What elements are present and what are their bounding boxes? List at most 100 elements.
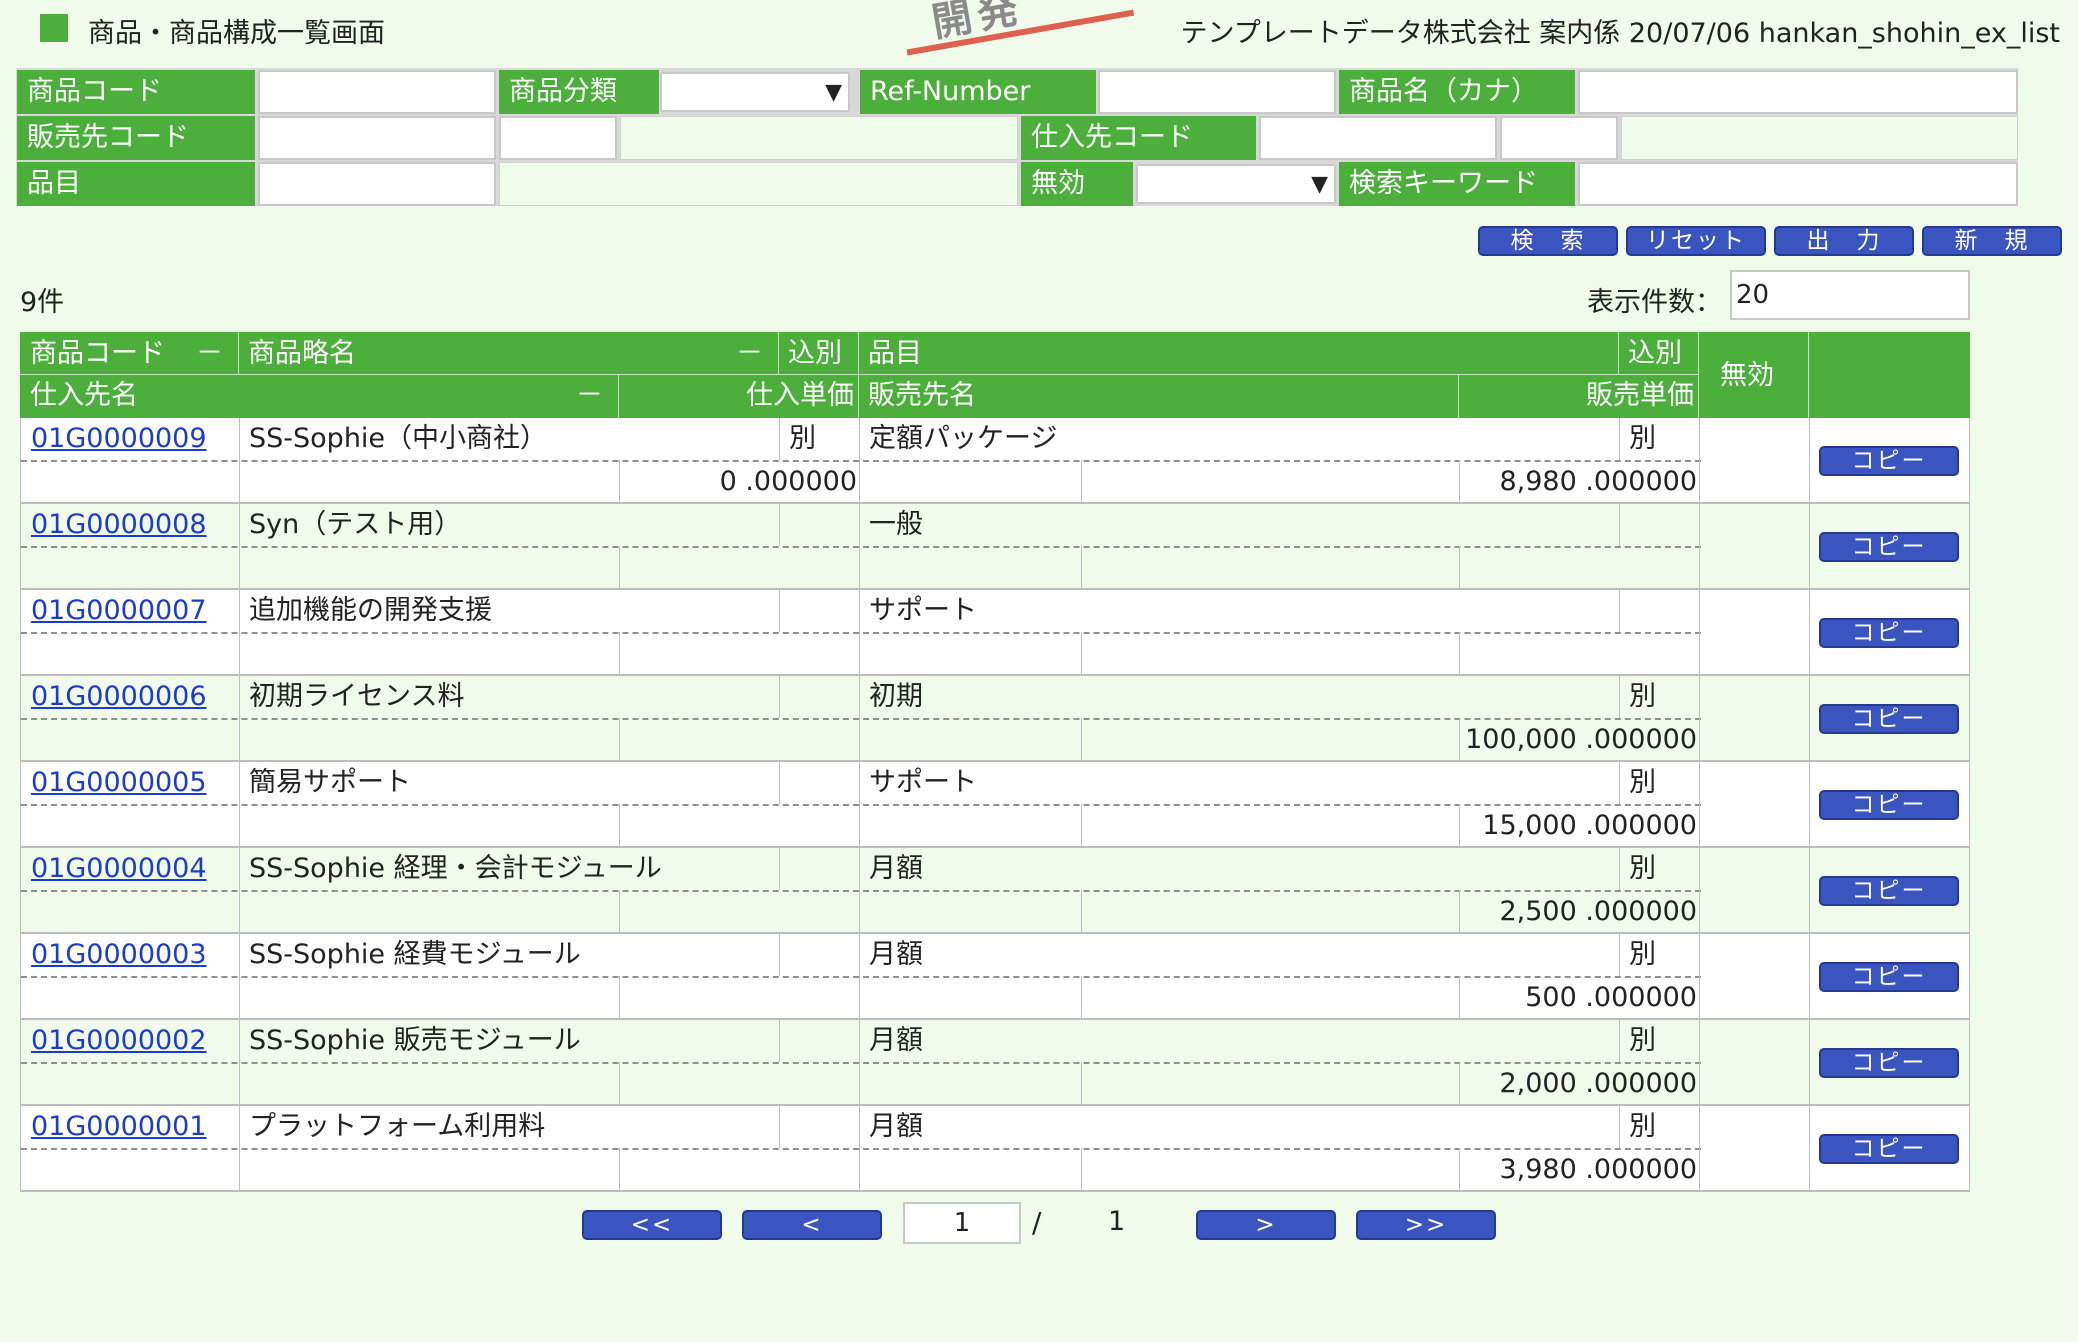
copy-button[interactable]: コピー <box>1819 1048 1959 1078</box>
search-button[interactable]: 検 索 <box>1478 226 1618 256</box>
header-sale-price: 販売単価 <box>1586 380 1694 411</box>
header-customer: 販売先名 <box>868 380 976 411</box>
invalid-select[interactable]: ▼ <box>1136 164 1336 204</box>
tax-type-1: 別 <box>789 423 816 454</box>
pager-prev-button[interactable]: < <box>742 1210 882 1240</box>
item-name: サポート <box>869 767 977 798</box>
header-code[interactable]: 商品コード <box>30 334 165 374</box>
customer-code-sub-input[interactable] <box>499 116 617 160</box>
invalid-label: 無効 <box>1021 162 1133 206</box>
search-form: 商品コード 商品分類 ▼ Ref-Number 商品名（カナ） 販売先コード 仕… <box>16 68 2018 206</box>
header-code-sort[interactable]: － <box>196 334 223 374</box>
supplier-name-display <box>1621 116 2018 160</box>
copy-button[interactable]: コピー <box>1819 1134 1959 1164</box>
ref-number-input[interactable] <box>1098 70 1336 114</box>
copy-button[interactable]: コピー <box>1819 962 1959 992</box>
item-name: 月額 <box>869 1025 923 1056</box>
header-invalid: 無効 <box>1720 360 1774 391</box>
table-row: 01G0000005 簡易サポート サポート 別 15,000 .000000 コピー <box>20 762 1970 848</box>
header-item: 品目 <box>868 338 922 369</box>
pager-current-input[interactable]: 1 <box>903 1202 1021 1244</box>
table-row: 01G0000003 SS-Sophie 経費モジュール 月額 別 500 .00000… <box>20 934 1970 1020</box>
customer-code-label: 販売先コード <box>17 116 255 160</box>
table-row: 01G0000001 プラットフォーム利用料 月額 別 3,980 .000000 コピー <box>20 1106 1970 1192</box>
header-supplier: 仕入先名 <box>30 380 138 411</box>
product-kana-input[interactable] <box>1578 70 2018 114</box>
title-square-icon <box>40 14 68 42</box>
copy-button[interactable]: コピー <box>1819 618 1959 648</box>
product-short-name: SS-Sophie 経理・会計モジュール <box>249 853 662 884</box>
table-row: 01G0000009 SS-Sophie（中小商社） 別 定額パッケージ 別 0 .000… <box>20 418 1970 504</box>
product-short-name: SS-Sophie 経費モジュール <box>249 939 581 970</box>
table-row: 01G0000002 SS-Sophie 販売モジュール 月額 別 2,000 .000… <box>20 1020 1970 1106</box>
header-tax2: 込別 <box>1628 338 1682 369</box>
item-name: サポート <box>869 595 977 626</box>
keyword-label: 検索キーワード <box>1339 162 1575 206</box>
table-row: 01G0000004 SS-Sophie 経理・会計モジュール 月額 別 2,500 .… <box>20 848 1970 934</box>
item-name-display <box>499 162 1018 206</box>
product-short-name: 追加機能の開発支援 <box>249 595 492 626</box>
ref-number-label: Ref-Number <box>860 70 1096 114</box>
product-code-input[interactable] <box>258 70 496 114</box>
pager-total: 1 <box>1108 1206 1126 1237</box>
purchase-price: 0 .000000 <box>719 466 857 497</box>
header-short-name-sort[interactable]: － <box>736 334 763 374</box>
category-select[interactable]: ▼ <box>660 72 850 112</box>
product-short-name: 初期ライセンス料 <box>249 681 465 712</box>
table-row: 01G0000007 追加機能の開発支援 サポートコピー <box>20 590 1970 676</box>
keyword-input[interactable] <box>1578 162 2018 206</box>
sale-price: 3,980 .000000 <box>1499 1154 1697 1185</box>
header-purchase-price: 仕入単価 <box>746 380 854 411</box>
per-page-label: 表示件数： <box>1587 287 1722 318</box>
pager-last-button[interactable]: >> <box>1356 1210 1496 1240</box>
tax-type-2: 別 <box>1629 423 1656 454</box>
product-code-link[interactable]: 01G0000002 <box>31 1021 207 1061</box>
item-name: 月額 <box>869 1111 923 1142</box>
sale-price: 500 .000000 <box>1525 982 1697 1013</box>
product-code-link[interactable]: 01G0000009 <box>31 419 207 459</box>
sale-price: 15,000 .000000 <box>1482 810 1697 841</box>
product-kana-label: 商品名（カナ） <box>1339 70 1575 114</box>
new-button[interactable]: 新 規 <box>1922 226 2062 256</box>
product-short-name: プラットフォーム利用料 <box>249 1111 546 1142</box>
sale-price: 100,000 .000000 <box>1465 724 1697 755</box>
category-label: 商品分類 <box>499 70 659 114</box>
header-tax1: 込別 <box>788 338 842 369</box>
copy-button[interactable]: コピー <box>1819 790 1959 820</box>
product-code-link[interactable]: 01G0000007 <box>31 591 207 631</box>
copy-button[interactable]: コピー <box>1819 704 1959 734</box>
copy-button[interactable]: コピー <box>1819 446 1959 476</box>
tax-type-2: 別 <box>1629 853 1656 884</box>
per-page-input[interactable]: 20 <box>1730 270 1970 320</box>
product-short-name: 簡易サポート <box>249 767 411 798</box>
dev-stamp: 開発 <box>895 0 1135 56</box>
customer-name-display <box>620 116 1018 160</box>
pager-slash: / <box>1032 1206 1042 1239</box>
pager-next-button[interactable]: > <box>1196 1210 1336 1240</box>
product-code-link[interactable]: 01G0000008 <box>31 505 207 545</box>
tax-type-2: 別 <box>1629 1111 1656 1142</box>
copy-button[interactable]: コピー <box>1819 876 1959 906</box>
supplier-code-input[interactable] <box>1259 116 1497 160</box>
chevron-down-icon: ▼ <box>1311 172 1328 197</box>
supplier-code-sub-input[interactable] <box>1500 116 1618 160</box>
dev-stamp-text: 開発 <box>928 0 1028 47</box>
product-code-link[interactable]: 01G0000003 <box>31 935 207 975</box>
product-short-name: Syn（テスト用） <box>249 509 462 540</box>
product-code-link[interactable]: 01G0000006 <box>31 677 207 717</box>
product-code-link[interactable]: 01G0000004 <box>31 849 207 889</box>
pager-first-button[interactable]: << <box>582 1210 722 1240</box>
header-supplier-sort[interactable]: － <box>576 376 603 416</box>
tax-type-2: 別 <box>1629 681 1656 712</box>
page-title: 商品・商品構成一覧画面 <box>88 18 385 49</box>
item-name: 月額 <box>869 939 923 970</box>
product-code-link[interactable]: 01G0000005 <box>31 763 207 803</box>
reset-button[interactable]: リセット <box>1626 226 1766 256</box>
copy-button[interactable]: コピー <box>1819 532 1959 562</box>
customer-code-input[interactable] <box>258 116 496 160</box>
header-short-name[interactable]: 商品略名 <box>248 334 356 374</box>
output-button[interactable]: 出 力 <box>1774 226 1914 256</box>
product-code-link[interactable]: 01G0000001 <box>31 1107 207 1147</box>
item-input[interactable] <box>258 162 496 206</box>
item-name: 月額 <box>869 853 923 884</box>
